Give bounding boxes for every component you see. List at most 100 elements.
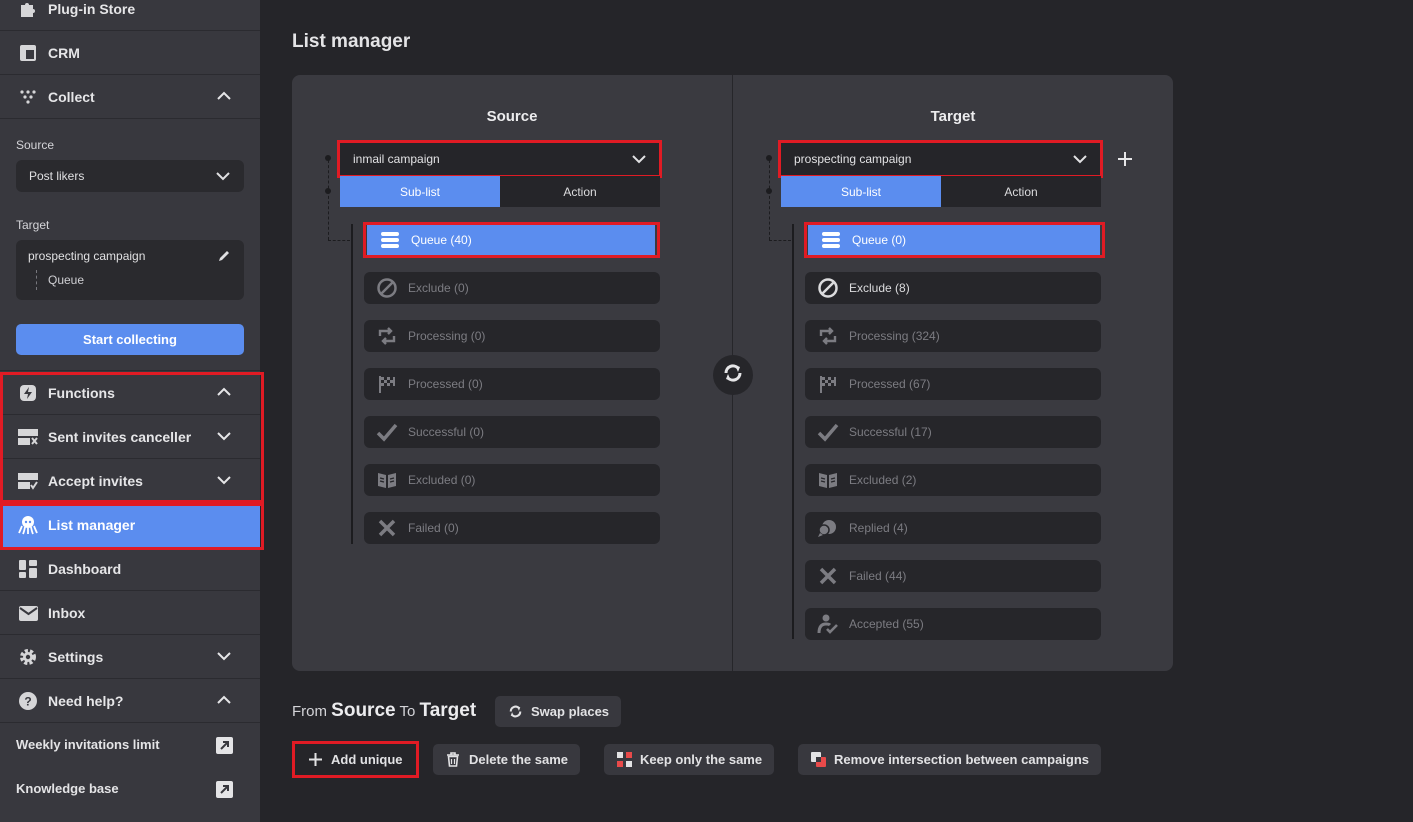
row-label: Successful (0): [408, 425, 485, 439]
chevron-down-icon: [632, 155, 646, 164]
sidebar-item-need-help[interactable]: ? Need help?: [0, 679, 260, 723]
source-row-queue[interactable]: Queue (40): [367, 225, 655, 255]
to-word: To: [399, 703, 416, 720]
sidebar-item-sent-invites-canceller[interactable]: Sent invites canceller: [0, 415, 260, 459]
sidebar-item-list-manager[interactable]: List manager: [0, 503, 260, 547]
sidebar-item-collect[interactable]: Collect: [0, 75, 260, 119]
remove-intersection-button[interactable]: Remove intersection between campaigns: [798, 744, 1102, 775]
crm-icon: [18, 43, 38, 63]
svg-text:?: ?: [24, 695, 31, 709]
target-row-successful[interactable]: Successful (17): [805, 416, 1101, 448]
ban-icon: [376, 277, 398, 299]
row-label: Excluded (0): [408, 473, 476, 487]
from-word: From: [292, 703, 327, 720]
target-row-replied[interactable]: Replied (4): [805, 512, 1101, 544]
sidebar-item-label: Sent invites canceller: [48, 429, 192, 445]
row-label: Failed (0): [408, 521, 459, 535]
x-icon: [817, 565, 839, 587]
chevron-up-icon[interactable]: [216, 692, 232, 708]
row-label: Processing (0): [408, 329, 486, 343]
row-label: Failed (44): [849, 569, 907, 583]
chevron-down-icon[interactable]: [216, 472, 232, 488]
swap-lists-button[interactable]: [713, 355, 753, 395]
source-row-processing[interactable]: Processing (0): [364, 320, 660, 352]
source-tab-action[interactable]: Action: [500, 176, 660, 207]
from-source: Source: [331, 700, 396, 721]
target-sublist: Queue: [48, 273, 85, 287]
external-link-icon[interactable]: [216, 737, 233, 754]
target-row-processing[interactable]: Processing (324): [805, 320, 1101, 352]
row-label: Excluded (2): [849, 473, 917, 487]
sidebar-item-dashboard[interactable]: Dashboard: [0, 547, 260, 591]
chevron-down-icon: [216, 172, 230, 181]
source-campaign-select[interactable]: inmail campaign: [340, 143, 660, 175]
intersection-icon: [810, 752, 826, 768]
target-row-accepted[interactable]: Accepted (55): [805, 608, 1101, 640]
direction-summary: From Source To Target: [292, 700, 476, 722]
source-row-successful[interactable]: Successful (0): [364, 416, 660, 448]
envelope-icon: [18, 603, 38, 623]
target-tab-sublist[interactable]: Sub-list: [781, 176, 941, 207]
refresh-icon: [507, 704, 523, 720]
source-row-exclude[interactable]: Exclude (0): [364, 272, 660, 304]
row-label: Exclude (0): [408, 281, 469, 295]
sidebar-item-inbox[interactable]: Inbox: [0, 591, 260, 635]
source-row-failed[interactable]: Failed (0): [364, 512, 660, 544]
source-select[interactable]: Post likers: [16, 160, 244, 192]
stack-icon: [379, 229, 401, 251]
plus-icon: [307, 752, 323, 768]
sidebar-item-settings[interactable]: Settings: [0, 635, 260, 679]
target-label: Target: [16, 218, 50, 232]
target-row-exclude[interactable]: Exclude (8): [805, 272, 1101, 304]
row-label: Exclude (8): [849, 281, 910, 295]
keep-only-the-same-label: Keep only the same: [640, 752, 763, 767]
delete-the-same-label: Delete the same: [469, 752, 568, 767]
grid-icon: [616, 752, 632, 768]
chevron-up-icon[interactable]: [216, 88, 232, 104]
checkered-flag-icon: [817, 373, 839, 395]
external-link-icon[interactable]: [216, 781, 233, 798]
add-unique-button[interactable]: Add unique: [295, 744, 415, 775]
source-row-excluded[interactable]: Excluded (0): [364, 464, 660, 496]
sidebar-item-crm[interactable]: CRM: [0, 31, 260, 75]
target-column-title: Target: [930, 108, 976, 125]
chevron-up-icon[interactable]: [216, 384, 232, 400]
sidebar-item-functions[interactable]: Functions: [0, 371, 260, 415]
keep-only-the-same-button[interactable]: Keep only the same: [604, 744, 775, 775]
dashboard-icon: [18, 559, 38, 579]
chevron-down-icon[interactable]: [216, 428, 232, 444]
target-tab-action[interactable]: Action: [941, 176, 1101, 207]
add-campaign-icon[interactable]: [1116, 150, 1134, 168]
target-row-excluded[interactable]: Excluded (2): [805, 464, 1101, 496]
sidebar-item-label: Functions: [48, 385, 115, 401]
start-collecting-button[interactable]: Start collecting: [16, 324, 244, 355]
chevron-down-icon[interactable]: [216, 648, 232, 664]
delete-the-same-button[interactable]: Delete the same: [433, 744, 580, 775]
pencil-icon[interactable]: [218, 250, 230, 262]
row-label: Processed (67): [849, 377, 931, 391]
weekly-invitations-limit-link[interactable]: Weekly invitations limit: [16, 737, 160, 752]
sidebar-item-plugin-store[interactable]: Plug-in Store: [0, 0, 260, 31]
target-box[interactable]: prospecting campaign Queue: [16, 240, 244, 300]
row-label: Queue (40): [411, 233, 472, 247]
row-label: Processing (324): [849, 329, 940, 343]
swap-places-button[interactable]: Swap places: [495, 696, 622, 727]
accept-list-icon: [18, 471, 38, 491]
book-icon: [817, 469, 839, 491]
sidebar-item-label: CRM: [48, 45, 80, 61]
chevron-down-icon: [1073, 155, 1087, 164]
target-row-queue[interactable]: Queue (0): [808, 225, 1100, 255]
sidebar-item-label: Dashboard: [48, 561, 122, 577]
source-tab-sublist[interactable]: Sub-list: [340, 176, 500, 207]
target-row-processed[interactable]: Processed (67): [805, 368, 1101, 400]
question-icon: ?: [18, 691, 38, 711]
target-campaign-select[interactable]: prospecting campaign: [781, 143, 1101, 175]
target-campaign: prospecting campaign: [28, 249, 146, 263]
row-label: Processed (0): [408, 377, 483, 391]
check-icon: [376, 421, 398, 443]
gear-icon: [18, 647, 38, 667]
target-row-failed[interactable]: Failed (44): [805, 560, 1101, 592]
sidebar-item-accept-invites[interactable]: Accept invites: [0, 459, 260, 503]
source-row-processed[interactable]: Processed (0): [364, 368, 660, 400]
knowledge-base-link[interactable]: Knowledge base: [16, 781, 119, 796]
